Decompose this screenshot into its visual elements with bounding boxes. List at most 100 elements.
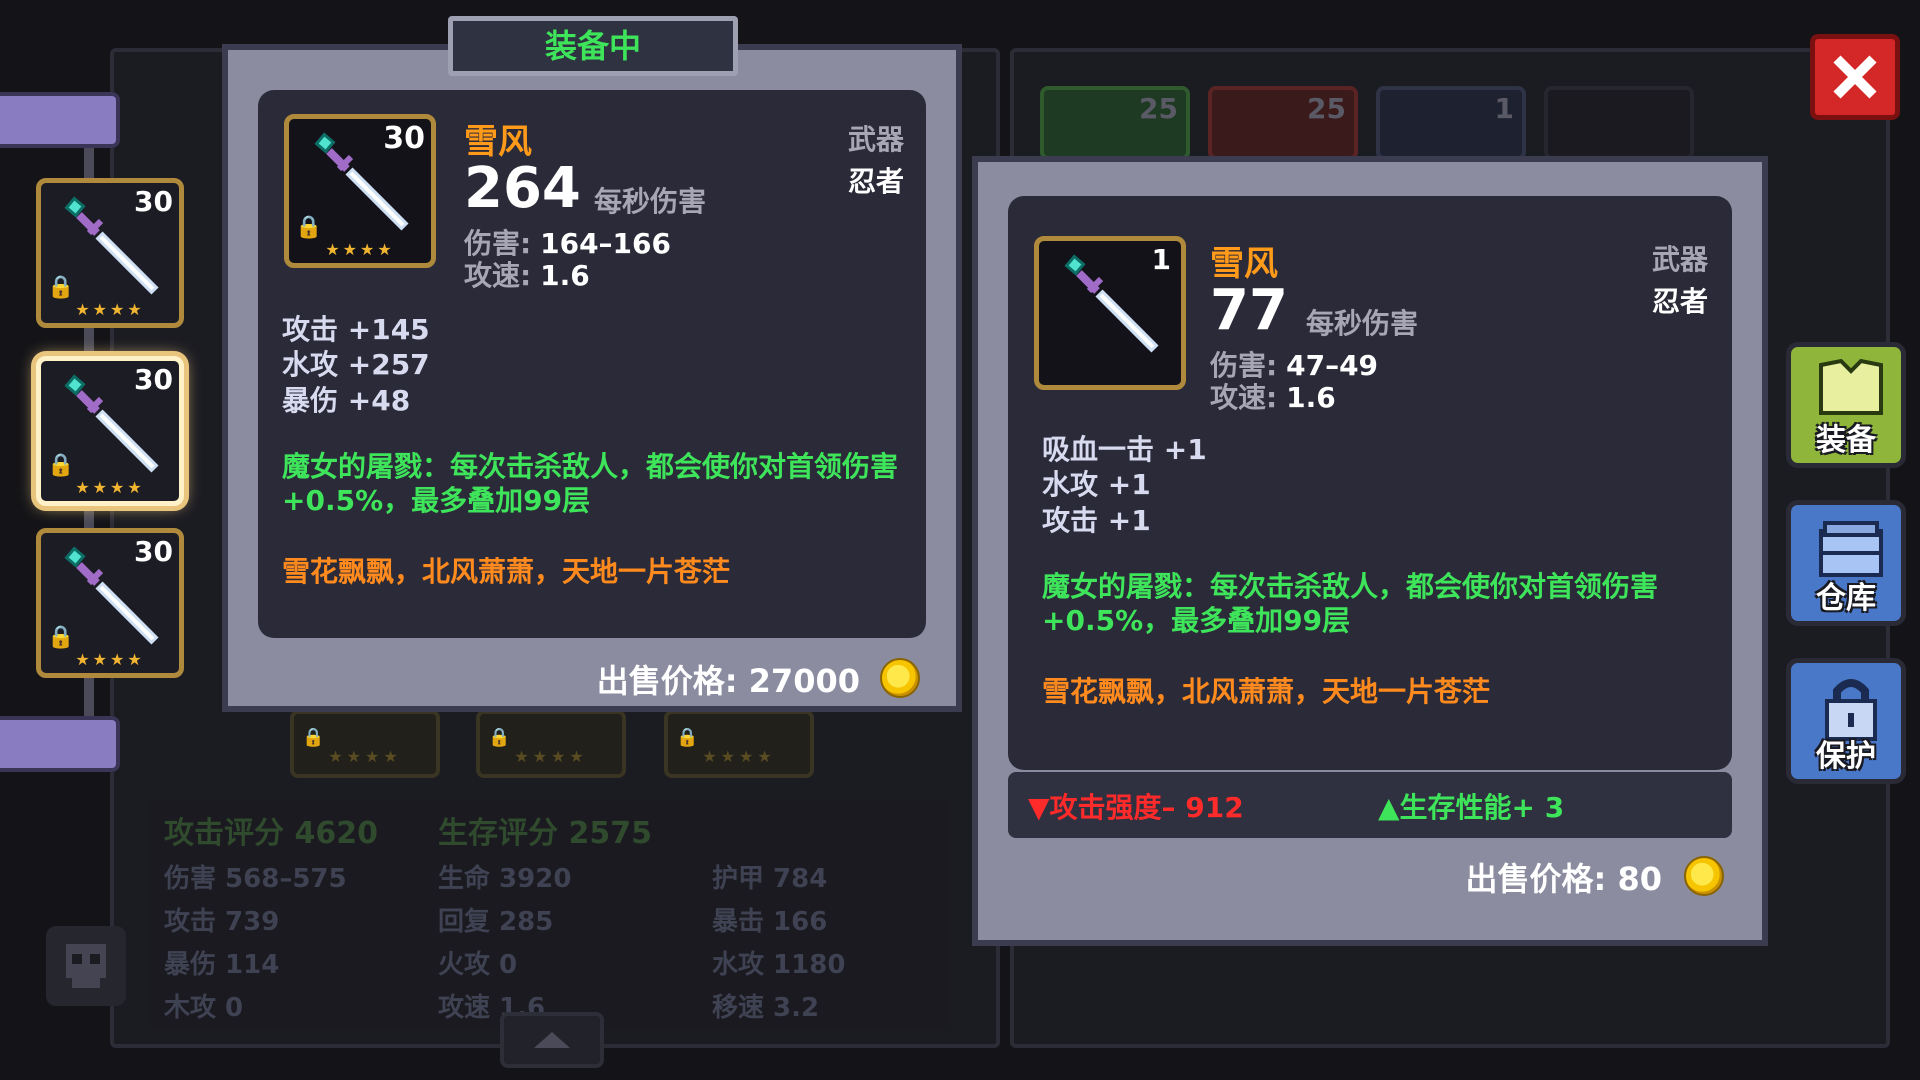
stat-line: 暴伤 +48	[282, 383, 411, 417]
stat-cell: 伤害 568–575	[164, 864, 347, 894]
lock-icon: 🔒	[295, 215, 323, 240]
stat-cell: 攻击 739	[164, 907, 280, 937]
chevron-up-icon	[534, 1032, 570, 1048]
item-type: 武器	[1651, 243, 1708, 276]
bag-tab-level: 25	[1139, 92, 1178, 125]
lock-icon: 🔒	[47, 275, 75, 300]
stat-line: 水攻 +257	[282, 348, 430, 382]
equipped-title: 装备中	[544, 27, 641, 65]
dps-value: 77	[1210, 278, 1288, 343]
skull-glyph	[66, 944, 106, 988]
flavor-text: 雪花飘飘，北风萧萧，天地一片苍茫	[1042, 675, 1491, 708]
close-icon	[1833, 55, 1877, 99]
stat-line: 攻击 +145	[282, 313, 430, 346]
item-type: 武器	[847, 123, 904, 156]
compare-item-icon: 1	[1034, 236, 1186, 390]
star-rating: ★★★★	[325, 240, 395, 259]
bag-tab-level: 25	[1307, 92, 1346, 125]
dps-label: 每秒伤害	[594, 185, 707, 218]
bag-tab-level: 1	[1494, 92, 1514, 125]
survival-score: 生存评分 2575	[438, 808, 652, 852]
dps-value: 264	[464, 156, 581, 221]
sell-price: 出售价格: 27000	[596, 662, 860, 700]
stat-list: 吸血一击 +1 水攻 +1 攻击 +1	[1042, 432, 1207, 538]
stat-line: 水攻 +1	[1042, 468, 1151, 502]
item-slot[interactable]: 30 🔒 ★★★★	[36, 528, 184, 678]
stat-cell: 移速 3.2	[712, 993, 820, 1023]
item-slot-selected[interactable]: 30 🔒 ★★★★	[36, 356, 184, 506]
star-rating: ★★★★	[702, 747, 776, 766]
coin-icon	[1684, 856, 1724, 896]
star-rating: ★★★★	[75, 300, 145, 319]
bag-tab-4[interactable]	[1544, 86, 1694, 160]
equipped-title-tab: 装备中	[448, 16, 738, 76]
flavor-text: 雪花飘飘，北风萧萧，天地一片苍茫	[282, 555, 731, 588]
stat-cell: 水攻 1180	[712, 950, 846, 980]
equipped-item-icon: 30 🔒 ★★★★	[284, 114, 436, 268]
survival-change-text: 生存性能+ 3	[1399, 791, 1565, 824]
scroll-down-bar[interactable]	[0, 716, 120, 772]
skull-icon[interactable]	[46, 926, 126, 1006]
item-level: 30	[383, 121, 425, 156]
item-class: 忍者	[847, 165, 904, 198]
speed-label: 攻速:	[1210, 381, 1278, 414]
attack-change: ▼攻击强度– 912	[1028, 786, 1244, 826]
item-slot[interactable]: 30 🔒 ★★★★	[36, 178, 184, 328]
arrow-up-icon: ▲	[1378, 791, 1400, 824]
star-rating: ★★★★	[75, 478, 145, 497]
survival-change: ▲生存性能+ 3	[1378, 786, 1564, 826]
storage-button-label: 仓库	[1816, 581, 1876, 616]
lock-icon: 🔒	[302, 727, 325, 748]
item-level: 30	[134, 185, 173, 218]
bg-equipment-slot[interactable]: 🔒 ★★★★	[290, 710, 440, 778]
stat-cell: 生命 3920	[438, 864, 572, 894]
star-rating: ★★★★	[514, 747, 588, 766]
bag-tab-2[interactable]: 25	[1208, 86, 1358, 160]
speed-line: 攻速: 1.6	[1210, 376, 1336, 416]
arrow-down-icon: ▼	[1028, 791, 1050, 824]
stat-cell: 火攻 0	[438, 950, 518, 980]
storage-button[interactable]: 仓库	[1786, 500, 1906, 626]
speed-value: 1.6	[1286, 381, 1336, 414]
stat-cell: 回复 285	[438, 907, 554, 937]
item-level: 30	[134, 363, 173, 396]
stat-list: 攻击 +145 水攻 +257 暴伤 +48	[282, 312, 430, 418]
equipped-item-panel: 30 🔒 ★★★★ 雪风 264 每秒伤害 伤害: 164–166 攻速: 1.…	[222, 44, 962, 712]
skill-text: 魔女的屠戮：每次击杀敌人，都会使你对首领伤害+0.5%，最多叠加99层	[282, 450, 899, 518]
sell-price: 出售价格: 80	[1465, 860, 1662, 898]
protect-button-label: 保护	[1816, 739, 1876, 774]
item-level: 1	[1151, 243, 1171, 276]
lock-icon: 🔒	[676, 727, 699, 748]
stat-line: 攻击 +1	[1042, 503, 1151, 537]
star-rating: ★★★★	[75, 650, 145, 669]
attack-score-text: 攻击评分 4620	[164, 816, 378, 851]
protect-button[interactable]: 保护	[1786, 658, 1906, 784]
stat-cell: 暴伤 114	[164, 950, 280, 980]
bag-tab-3[interactable]: 1	[1376, 86, 1526, 160]
stat-cell: 木攻 0	[164, 993, 244, 1023]
lock-icon: 🔒	[47, 453, 75, 478]
skill-text: 魔女的屠戮：每次击杀敌人，都会使你对首领伤害+0.5%，最多叠加99层	[1042, 570, 1659, 638]
lock-icon: 🔒	[47, 625, 75, 650]
stat-line: 吸血一击 +1	[1042, 433, 1207, 466]
speed-label: 攻速:	[464, 259, 532, 292]
speed-line: 攻速: 1.6	[464, 254, 590, 294]
lock-icon: 🔒	[488, 727, 511, 748]
star-rating: ★★★★	[328, 747, 402, 766]
bg-equipment-slot[interactable]: 🔒 ★★★★	[664, 710, 814, 778]
scroll-up-bar[interactable]	[0, 92, 120, 148]
equip-button-label: 装备	[1816, 423, 1876, 458]
bg-equipment-slot[interactable]: 🔒 ★★★★	[476, 710, 626, 778]
attack-change-text: 攻击强度– 912	[1049, 791, 1244, 824]
stat-cell: 护甲 784	[712, 864, 828, 894]
survival-score-text: 生存评分 2575	[438, 816, 652, 851]
equip-button[interactable]: 装备	[1786, 342, 1906, 468]
speed-value: 1.6	[540, 259, 590, 292]
item-level: 30	[134, 535, 173, 568]
close-button[interactable]	[1810, 34, 1900, 120]
attack-score: 攻击评分 4620	[164, 808, 378, 852]
item-class: 忍者	[1651, 285, 1708, 318]
expand-up-button[interactable]	[500, 1012, 604, 1068]
stat-cell: 暴击 166	[712, 907, 828, 937]
bag-tab-1[interactable]: 25	[1040, 86, 1190, 160]
